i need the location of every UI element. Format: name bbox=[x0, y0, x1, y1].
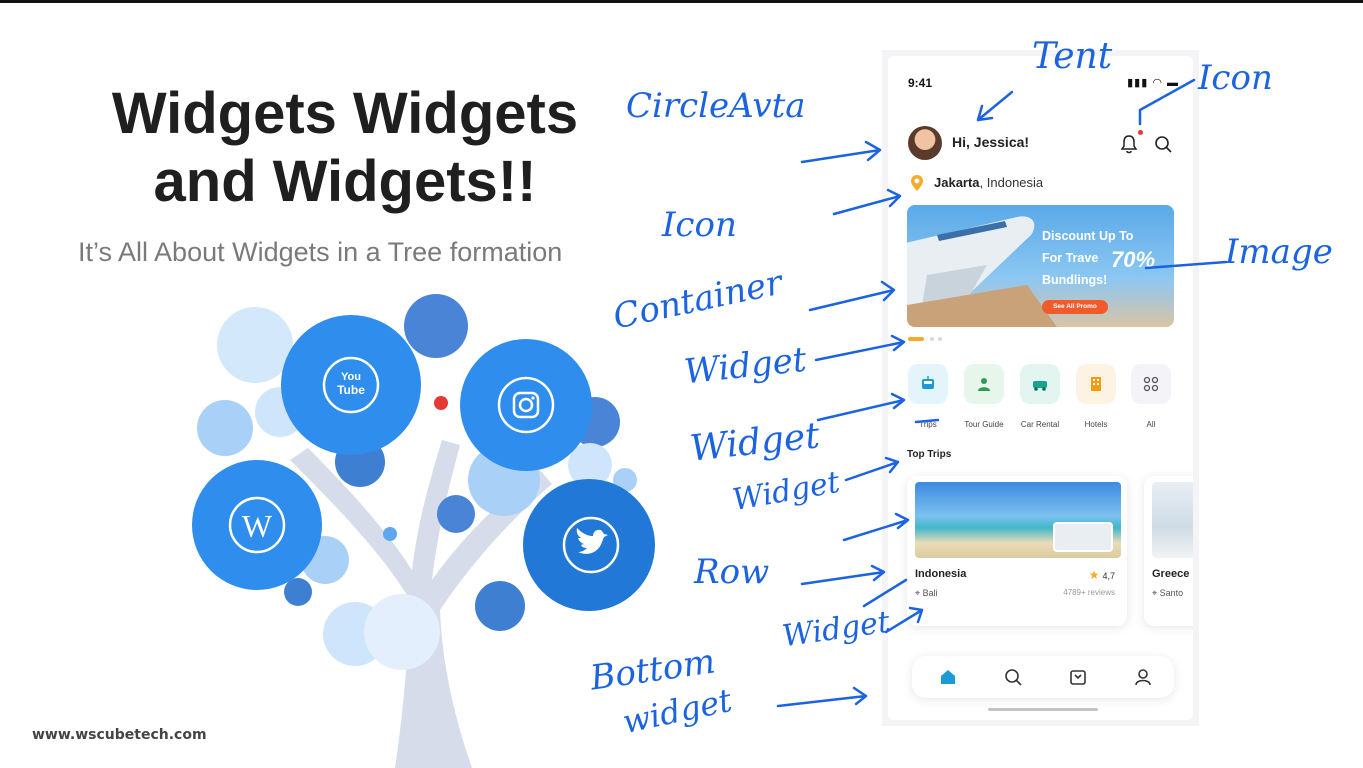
category-label: Tour Guide bbox=[964, 420, 1004, 429]
car-icon bbox=[1033, 381, 1047, 391]
bell-icon[interactable] bbox=[1120, 134, 1138, 154]
wordpress-bubble: W bbox=[192, 460, 322, 590]
phone-screen: 9:41 ▮▮▮ ◠ ▬ Hi, Jessica! Jakarta, Indon… bbox=[888, 56, 1193, 720]
slide-title-line2: and Widgets!! bbox=[153, 149, 537, 214]
annotation-widget-3: Widget bbox=[729, 464, 843, 519]
top-border bbox=[0, 0, 1363, 3]
notification-dot bbox=[1138, 130, 1143, 135]
category-car-rental-box bbox=[1020, 364, 1060, 404]
annotation-widget-2: Widget bbox=[688, 415, 822, 470]
star-icon: ★ bbox=[1088, 568, 1100, 582]
annotation-icon-top: Icon bbox=[1198, 58, 1273, 98]
trip-title: Indonesia bbox=[915, 568, 967, 580]
grid-icon bbox=[1143, 376, 1159, 392]
category-car-rental[interactable]: Car Rental bbox=[1012, 364, 1068, 429]
slide-title: Widgets Widgets and Widgets!! bbox=[60, 80, 630, 216]
avatar[interactable] bbox=[908, 126, 942, 160]
guide-icon bbox=[978, 378, 990, 391]
trip-title: Greece bbox=[1152, 568, 1190, 580]
location-city: Jakarta bbox=[934, 175, 980, 190]
signal-icon: ▮▮▮ bbox=[1127, 77, 1149, 89]
trip-location-value: Bali bbox=[922, 588, 938, 598]
category-label: Trips bbox=[919, 420, 937, 429]
annotation-circle-avatar: CircleAvta bbox=[626, 86, 806, 126]
trip-location: ⌖ Santo bbox=[1152, 588, 1183, 599]
slide-subtitle: It’s All About Widgets in a Tree formati… bbox=[78, 237, 563, 267]
promo-banner[interactable]: Discount Up To For Trave Bundlings! 70% … bbox=[907, 205, 1174, 327]
home-icon[interactable] bbox=[938, 667, 958, 687]
svg-text:You: You bbox=[341, 371, 361, 383]
trip-card-indonesia[interactable]: Indonesia ★ 4,7 ⌖ Bali 4789+ reviews bbox=[907, 476, 1127, 626]
trip-image-greece bbox=[1152, 482, 1193, 558]
instagram-bubble bbox=[460, 339, 592, 471]
trip-location: ⌖ Bali bbox=[915, 588, 938, 599]
annotation-image: Image bbox=[1225, 232, 1333, 272]
see-all-promo-button[interactable]: See All Promo bbox=[1042, 300, 1108, 314]
battery-icon: ▬ bbox=[1167, 77, 1179, 89]
category-all[interactable]: All bbox=[1123, 364, 1179, 429]
annotation-container: Container bbox=[609, 262, 786, 338]
category-all-box bbox=[1131, 364, 1171, 404]
trip-image-indonesia bbox=[915, 482, 1121, 558]
search-icon[interactable] bbox=[1153, 134, 1173, 154]
hotel-icon bbox=[1091, 377, 1101, 391]
website-url: www.wscubetech.com bbox=[32, 727, 207, 743]
location-pin-icon bbox=[911, 175, 923, 191]
status-time: 9:41 bbox=[908, 76, 933, 90]
svg-text:W: W bbox=[242, 508, 273, 544]
category-trips[interactable]: Trips bbox=[900, 364, 956, 429]
widget-tree-illustration: You Tube W bbox=[192, 294, 655, 768]
carousel-dot bbox=[930, 337, 934, 341]
annotation-widget-1: Widget bbox=[682, 339, 809, 393]
slide-title-line1: Widgets Widgets bbox=[111, 81, 579, 146]
svg-text:Tube: Tube bbox=[337, 383, 365, 397]
youtube-bubble: You Tube bbox=[281, 315, 421, 455]
home-indicator bbox=[988, 708, 1098, 711]
category-tour-guide[interactable]: Tour Guide bbox=[956, 364, 1012, 429]
trip-rating: ★ 4,7 bbox=[1089, 568, 1115, 582]
carousel-dot-active bbox=[908, 337, 924, 341]
twitter-bubble bbox=[523, 479, 655, 611]
category-tour-guide-box bbox=[964, 364, 1004, 404]
location-text: Jakarta, Indonesia bbox=[934, 175, 1043, 190]
banner-percent: 70% bbox=[1111, 247, 1156, 272]
pin-icon: ⌖ bbox=[915, 588, 923, 598]
bottom-navigation bbox=[912, 656, 1174, 698]
annotation-icon-left: Icon bbox=[662, 205, 737, 245]
annotation-text: Tent bbox=[1032, 36, 1113, 77]
top-trips-heading: Top Trips bbox=[907, 449, 952, 460]
carousel-dot bbox=[938, 337, 942, 341]
wifi-icon: ◠ bbox=[1152, 77, 1163, 89]
category-trips-box bbox=[908, 364, 948, 404]
trip-thumbnail bbox=[1053, 522, 1113, 552]
category-label: Car Rental bbox=[1020, 420, 1060, 429]
arrow-avatar bbox=[800, 140, 882, 164]
trip-reviews: 4789+ reviews bbox=[1063, 588, 1115, 597]
trip-rating-value: 4,7 bbox=[1102, 571, 1115, 581]
search-nav-icon[interactable] bbox=[1003, 667, 1023, 687]
ticket-icon[interactable] bbox=[1068, 667, 1088, 687]
arrow-row-2 bbox=[800, 564, 886, 586]
trip-card-greece[interactable]: Greece ⌖ Santo bbox=[1144, 476, 1193, 626]
arrow-bottom bbox=[776, 686, 868, 708]
pin-icon: ⌖ bbox=[1152, 588, 1160, 598]
category-hotels-box bbox=[1076, 364, 1116, 404]
greeting-text: Hi, Jessica! bbox=[952, 134, 1030, 150]
phone-mockup: 9:41 ▮▮▮ ◠ ▬ Hi, Jessica! Jakarta, Indon… bbox=[882, 50, 1199, 726]
trip-location-value: Santo bbox=[1159, 588, 1184, 598]
annotation-widget-4: Widget bbox=[780, 604, 893, 655]
annotation-row: Row bbox=[694, 552, 770, 592]
category-label: All bbox=[1146, 420, 1156, 429]
status-icons: ▮▮▮ ◠ ▬ bbox=[1127, 76, 1179, 89]
tram-icon bbox=[922, 376, 934, 389]
location-country: , Indonesia bbox=[979, 175, 1044, 190]
category-hotels[interactable]: Hotels bbox=[1068, 364, 1124, 429]
banner-line1: Discount Up To bbox=[1042, 229, 1134, 243]
category-label: Hotels bbox=[1084, 420, 1108, 429]
profile-icon[interactable] bbox=[1133, 667, 1153, 687]
